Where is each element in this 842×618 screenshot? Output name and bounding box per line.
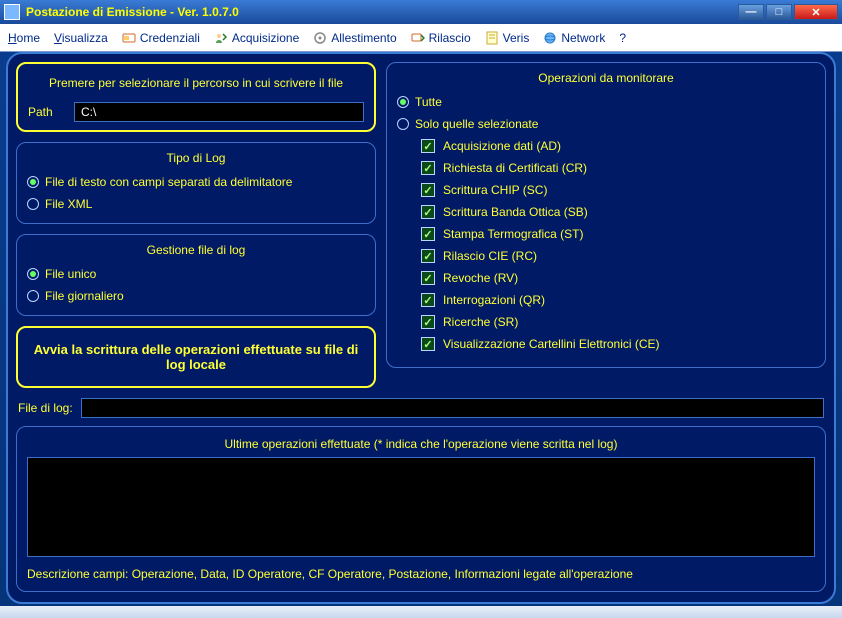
- radio-file-single[interactable]: File unico: [27, 263, 365, 285]
- window-title: Postazione di Emissione - Ver. 1.0.7.0: [26, 5, 239, 19]
- checkbox-label: Acquisizione dati (AD): [443, 139, 561, 153]
- menu-visualizza[interactable]: Visualizza: [54, 31, 108, 45]
- radio-file-daily[interactable]: File giornaliero: [27, 285, 365, 307]
- radio-icon: [27, 290, 39, 302]
- radio-icon: [397, 96, 409, 108]
- path-label: Path: [28, 105, 66, 119]
- log-type-panel: Tipo di Log File di testo con campi sepa…: [16, 142, 376, 224]
- fields-description: Descrizione campi: Operazione, Data, ID …: [27, 567, 815, 581]
- checkbox-icon: [421, 205, 435, 219]
- monitor-check-0[interactable]: Acquisizione dati (AD): [397, 135, 815, 157]
- radio-icon: [397, 118, 409, 130]
- log-mgmt-title: Gestione file di log: [27, 243, 365, 257]
- monitor-check-3[interactable]: Scrittura Banda Ottica (SB): [397, 201, 815, 223]
- monitor-check-4[interactable]: Stampa Termografica (ST): [397, 223, 815, 245]
- client-area: Premere per selezionare il percorso in c…: [6, 52, 836, 604]
- checkbox-icon: [421, 293, 435, 307]
- titlebar: Postazione di Emissione - Ver. 1.0.7.0 ―…: [0, 0, 842, 24]
- monitor-check-9[interactable]: Visualizzazione Cartellini Elettronici (…: [397, 333, 815, 355]
- file-log-label: File di log:: [18, 401, 73, 415]
- checkbox-icon: [421, 227, 435, 241]
- radio-icon: [27, 176, 39, 188]
- checkbox-icon: [421, 161, 435, 175]
- checkbox-icon: [421, 271, 435, 285]
- radio-icon: [27, 198, 39, 210]
- radio-label: File unico: [45, 267, 96, 281]
- file-log-input[interactable]: [81, 398, 824, 418]
- setup-icon: [313, 31, 327, 45]
- monitor-check-1[interactable]: Richiesta di Certificati (CR): [397, 157, 815, 179]
- checkbox-icon: [421, 315, 435, 329]
- checkbox-label: Scrittura CHIP (SC): [443, 183, 547, 197]
- radio-icon: [27, 268, 39, 280]
- radio-label: Solo quelle selezionate: [415, 117, 538, 131]
- credentials-icon: [122, 31, 136, 45]
- checkbox-label: Richiesta di Certificati (CR): [443, 161, 587, 175]
- menu-rilascio[interactable]: Rilascio: [411, 31, 471, 45]
- maximize-button[interactable]: □: [766, 4, 792, 20]
- checkbox-label: Stampa Termografica (ST): [443, 227, 584, 241]
- radio-monitor-all[interactable]: Tutte: [397, 91, 815, 113]
- file-log-row: File di log:: [18, 398, 824, 418]
- monitor-title: Operazioni da monitorare: [397, 71, 815, 85]
- veris-icon: [485, 31, 499, 45]
- checkbox-label: Rilascio CIE (RC): [443, 249, 537, 263]
- monitor-check-6[interactable]: Revoche (RV): [397, 267, 815, 289]
- app-icon: [4, 4, 20, 20]
- checkbox-label: Visualizzazione Cartellini Elettronici (…: [443, 337, 660, 351]
- monitor-check-7[interactable]: Interrogazioni (QR): [397, 289, 815, 311]
- checkbox-label: Ricerche (SR): [443, 315, 518, 329]
- checkbox-icon: [421, 139, 435, 153]
- menu-veris[interactable]: Veris: [485, 31, 530, 45]
- log-type-title: Tipo di Log: [27, 151, 365, 165]
- checkbox-label: Scrittura Banda Ottica (SB): [443, 205, 588, 219]
- radio-monitor-selected[interactable]: Solo quelle selezionate: [397, 113, 815, 135]
- menu-help[interactable]: ?: [619, 31, 626, 45]
- checkbox-label: Revoche (RV): [443, 271, 518, 285]
- menubar: Home Visualizza Credenziali Acquisizione…: [0, 24, 842, 52]
- monitor-check-2[interactable]: Scrittura CHIP (SC): [397, 179, 815, 201]
- radio-label: File XML: [45, 197, 92, 211]
- checkbox-icon: [421, 183, 435, 197]
- radio-label: Tutte: [415, 95, 442, 109]
- radio-log-delimited[interactable]: File di testo con campi separati da deli…: [27, 171, 365, 193]
- menu-acquisizione[interactable]: Acquisizione: [214, 31, 299, 45]
- release-icon: [411, 31, 425, 45]
- last-ops-list[interactable]: [27, 457, 815, 557]
- monitor-panel: Operazioni da monitorare Tutte Solo quel…: [386, 62, 826, 368]
- menu-credenziali[interactable]: Credenziali: [122, 31, 200, 45]
- menu-allestimento[interactable]: Allestimento: [313, 31, 396, 45]
- menu-network[interactable]: Network: [543, 31, 605, 45]
- select-path-button[interactable]: Premere per selezionare il percorso in c…: [28, 72, 364, 94]
- radio-label: File giornaliero: [45, 289, 124, 303]
- monitor-check-8[interactable]: Ricerche (SR): [397, 311, 815, 333]
- checkbox-label: Interrogazioni (QR): [443, 293, 545, 307]
- close-button[interactable]: ✕: [794, 4, 838, 20]
- acquisition-icon: [214, 31, 228, 45]
- statusbar: [0, 606, 842, 618]
- last-ops-title: Ultime operazioni effettuate (* indica c…: [27, 437, 815, 451]
- radio-label: File di testo con campi separati da deli…: [45, 175, 292, 189]
- monitor-check-5[interactable]: Rilascio CIE (RC): [397, 245, 815, 267]
- checkbox-icon: [421, 249, 435, 263]
- app-window: Postazione di Emissione - Ver. 1.0.7.0 ―…: [0, 0, 842, 618]
- path-input[interactable]: [74, 102, 364, 122]
- radio-log-xml[interactable]: File XML: [27, 193, 365, 215]
- start-logging-button[interactable]: Avvia la scrittura delle operazioni effe…: [16, 326, 376, 388]
- network-icon: [543, 31, 557, 45]
- last-ops-panel: Ultime operazioni effettuate (* indica c…: [16, 426, 826, 592]
- menu-home[interactable]: Home: [8, 31, 40, 45]
- checkbox-icon: [421, 337, 435, 351]
- log-mgmt-panel: Gestione file di log File unico File gio…: [16, 234, 376, 316]
- minimize-button[interactable]: ―: [738, 4, 764, 20]
- path-panel: Premere per selezionare il percorso in c…: [16, 62, 376, 132]
